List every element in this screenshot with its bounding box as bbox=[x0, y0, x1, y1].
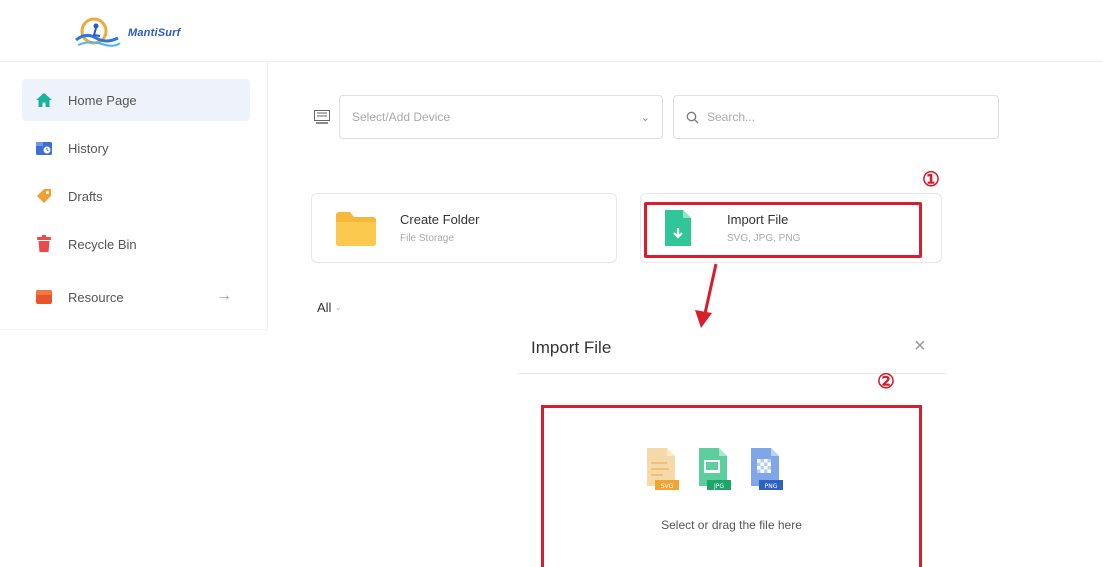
close-icon[interactable]: × bbox=[914, 335, 926, 358]
filter-label: All bbox=[317, 300, 332, 315]
sidebar-item-history[interactable]: History bbox=[22, 127, 250, 169]
step-number-2: ② bbox=[877, 371, 895, 393]
resource-icon bbox=[34, 287, 54, 307]
sidebar-item-label: Drafts bbox=[68, 188, 103, 204]
folder-icon bbox=[336, 212, 376, 246]
device-icon[interactable] bbox=[314, 110, 330, 124]
png-file-icon: PNG bbox=[751, 448, 783, 490]
sidebar-item-label: Resource bbox=[68, 289, 124, 305]
highlight-box-import-file bbox=[644, 202, 922, 258]
jpg-file-icon: JPG bbox=[699, 448, 731, 490]
device-select-placeholder: Select/Add Device bbox=[352, 110, 451, 124]
sidebar-item-label: History bbox=[68, 140, 109, 156]
logo-surfer-icon bbox=[75, 17, 121, 47]
file-type-icons: SVG JPG PNG bbox=[643, 446, 785, 492]
chevron-down-icon: ⌄ bbox=[640, 111, 650, 124]
sidebar-item-label: Recycle Bin bbox=[68, 236, 137, 252]
app-window: MantiSurf Home Page History Drafts Recyc… bbox=[0, 0, 1103, 567]
file-type-label: PNG bbox=[765, 483, 778, 490]
home-icon bbox=[34, 90, 54, 110]
file-type-label: SVG bbox=[661, 483, 674, 490]
file-type-label: JPG bbox=[713, 483, 724, 490]
search-input[interactable]: Search... bbox=[673, 95, 999, 139]
search-icon bbox=[686, 111, 699, 123]
sidebar-item-home-page[interactable]: Home Page bbox=[22, 79, 250, 121]
filter-all-dropdown[interactable]: All ⌄ bbox=[317, 300, 342, 315]
arrow-annotation-icon bbox=[695, 263, 718, 328]
recycle-bin-icon bbox=[34, 234, 54, 254]
dialog-title: Import File bbox=[531, 338, 612, 357]
search-placeholder: Search... bbox=[707, 110, 756, 124]
create-folder-card[interactable]: Create Folder File Storage bbox=[311, 193, 617, 263]
logo-text: MantiSurf bbox=[128, 27, 181, 39]
sidebar-item-recycle-bin[interactable]: Recycle Bin bbox=[22, 223, 250, 265]
arrow-right-icon: → bbox=[216, 287, 232, 304]
history-icon bbox=[34, 138, 54, 158]
drafts-icon bbox=[34, 186, 54, 206]
chevron-down-icon: ⌄ bbox=[334, 302, 342, 312]
sidebar-item-label: Home Page bbox=[68, 92, 137, 108]
drop-zone-text: Select or drag the file here bbox=[661, 518, 802, 532]
sidebar-item-drafts[interactable]: Drafts bbox=[22, 175, 250, 217]
sidebar-item-resource[interactable]: Resource → bbox=[22, 276, 250, 318]
device-select[interactable]: Select/Add Device ⌄ bbox=[339, 95, 663, 139]
sidebar: Home Page History Drafts Recycle Bin Res… bbox=[0, 62, 268, 330]
step-number-1: ① bbox=[922, 169, 940, 191]
card-subtitle: File Storage bbox=[400, 233, 454, 244]
logo[interactable]: MantiSurf bbox=[72, 16, 181, 50]
header: MantiSurf bbox=[0, 0, 1103, 62]
card-title: Create Folder bbox=[400, 212, 480, 227]
svg-file-icon: SVG bbox=[647, 448, 679, 490]
file-drop-zone[interactable]: SVG JPG PNG Select or drag the file here bbox=[541, 405, 922, 567]
